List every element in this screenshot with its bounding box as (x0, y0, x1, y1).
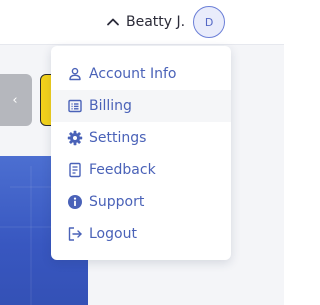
menu-item-support[interactable]: Support (51, 186, 231, 218)
chevron-up-icon (106, 15, 120, 29)
logout-icon (67, 226, 83, 242)
back-button[interactable]: ‹ (0, 74, 32, 126)
menu-item-label: Settings (89, 130, 147, 146)
menu-item-label: Logout (89, 226, 137, 242)
menu-item-billing[interactable]: Billing (51, 90, 231, 122)
menu-item-logout[interactable]: Logout (51, 218, 231, 250)
menu-item-label: Support (89, 194, 145, 210)
chevron-left-icon: ‹ (12, 92, 18, 108)
user-dropdown-menu: Account Info Billing Settings Feedback S… (51, 46, 231, 260)
menu-item-label: Feedback (89, 162, 156, 178)
user-name: Beatty J. (126, 14, 186, 30)
billing-icon (67, 98, 83, 114)
info-icon (67, 194, 83, 210)
feedback-icon (67, 162, 83, 178)
menu-item-feedback[interactable]: Feedback (51, 154, 231, 186)
user-icon (67, 66, 83, 82)
avatar[interactable]: D (193, 6, 226, 38)
menu-item-settings[interactable]: Settings (51, 122, 231, 154)
user-menu-toggle[interactable]: Beatty J. D (106, 6, 226, 38)
menu-item-label: Billing (89, 98, 132, 114)
menu-item-account-info[interactable]: Account Info (51, 58, 231, 90)
gear-icon (67, 130, 83, 146)
menu-item-label: Account Info (89, 66, 177, 82)
